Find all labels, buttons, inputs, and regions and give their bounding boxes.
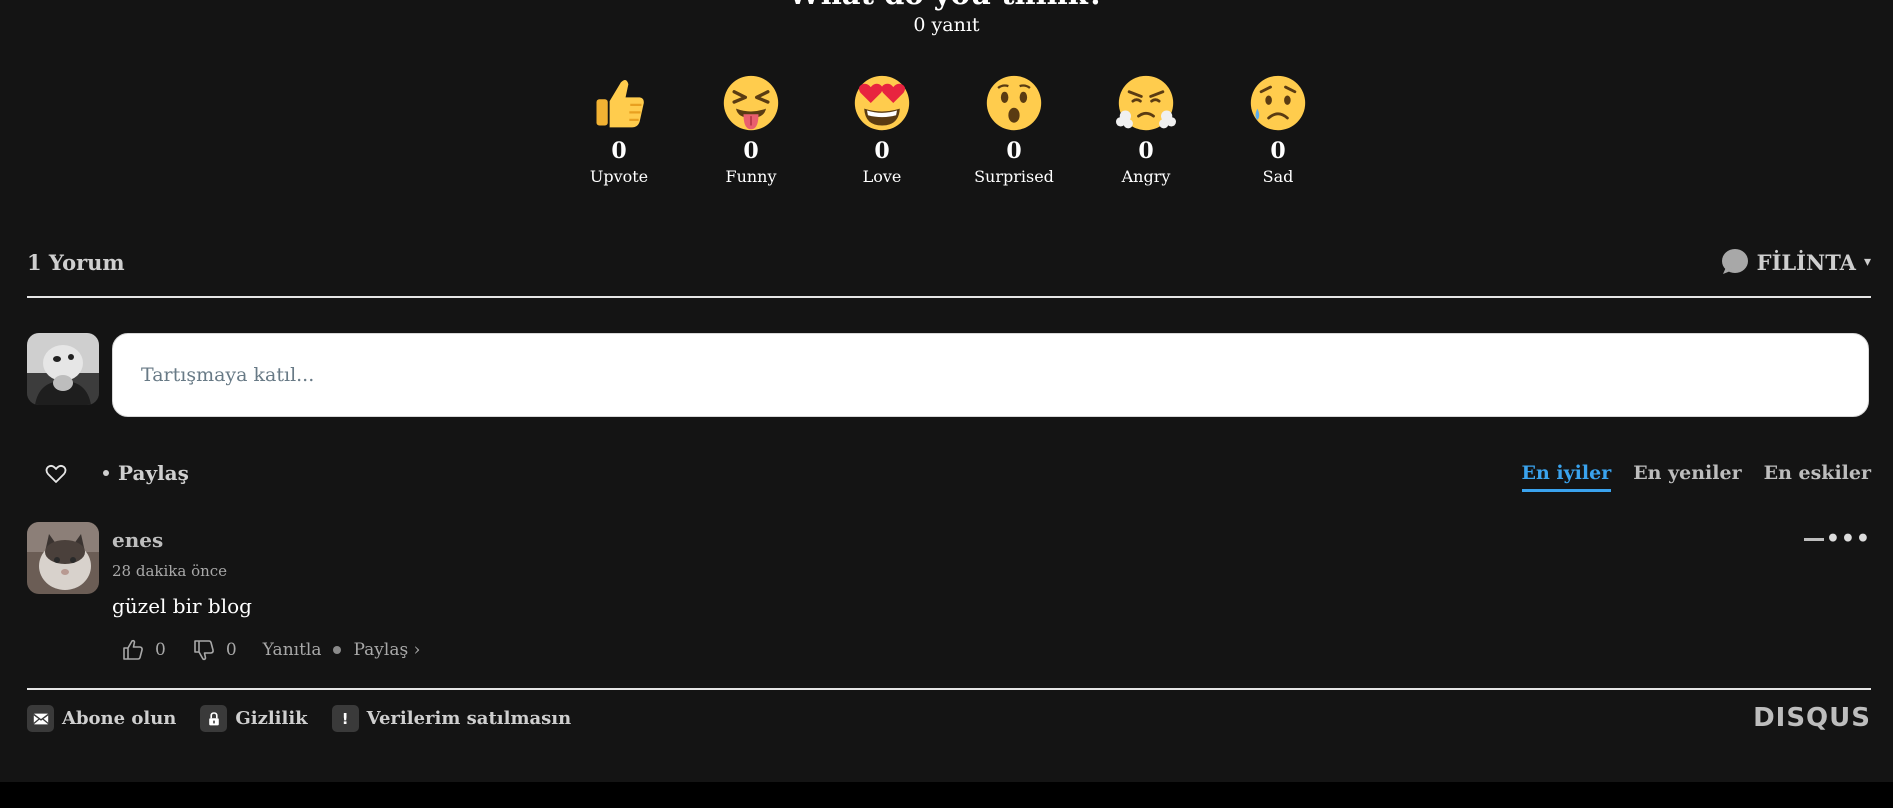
reaction-upvote[interactable]: 0 Upvote xyxy=(564,70,674,187)
surprised-emoji-icon xyxy=(959,70,1069,136)
reaction-label: Sad xyxy=(1262,167,1294,186)
privacy-link[interactable]: Gizlilik xyxy=(200,705,308,732)
do-not-sell-link[interactable]: ! Verilerim satılmasın xyxy=(331,705,572,732)
upvote-count: 0 xyxy=(155,640,166,660)
comment-count: 1 Yorum xyxy=(27,250,125,275)
divider xyxy=(27,296,1871,298)
reactions-title: What do you think? xyxy=(0,0,1893,10)
tongue-out-emoji-icon xyxy=(696,70,806,136)
thumbs-up-emoji-icon xyxy=(564,70,674,136)
thumbs-down-icon xyxy=(194,640,214,661)
reaction-sad[interactable]: 0 Sad xyxy=(1223,70,1333,187)
heart-icon[interactable] xyxy=(44,462,68,486)
separator-dot xyxy=(103,469,109,476)
privacy-label: Gizlilik xyxy=(235,708,308,729)
tab-best[interactable]: En iyiler xyxy=(1521,462,1612,492)
share-label: Paylaş xyxy=(118,461,189,485)
reaction-surprised[interactable]: 0 Surprised xyxy=(959,70,1069,187)
reactions-response-count: 0 yanıt xyxy=(913,14,980,36)
divider xyxy=(27,688,1871,690)
footer-links: Abone olun Gizlilik ! Verilerim satılmas… xyxy=(27,705,571,732)
heart-eyes-emoji-icon xyxy=(827,70,937,136)
tab-oldest[interactable]: En eskiler xyxy=(1764,462,1871,492)
tab-newest[interactable]: En yeniler xyxy=(1633,462,1741,492)
comment-actions: 0 0 Yanıtla Paylaş › xyxy=(121,638,420,662)
lock-icon xyxy=(200,705,228,732)
sort-tabs: En iyiler En yeniler En eskiler xyxy=(1521,462,1871,492)
reaction-angry[interactable]: 0 Angry xyxy=(1091,70,1201,187)
share-comment-button[interactable]: Paylaş › xyxy=(353,640,420,660)
collapse-comment-button[interactable] xyxy=(1804,538,1824,541)
comment-text: güzel bir blog xyxy=(112,594,252,618)
reaction-count: 0 xyxy=(743,138,759,164)
comment-input[interactable]: Tartışmaya katıl... xyxy=(112,333,1869,417)
more-options-button[interactable]: ••• xyxy=(1826,526,1871,552)
disqus-panel: What do you think? 0 yanıt 0 Upvote 0 F xyxy=(0,0,1893,782)
reaction-label: Surprised xyxy=(974,167,1054,186)
comment-author-avatar[interactable] xyxy=(27,522,99,594)
reply-button[interactable]: Yanıtla xyxy=(263,640,322,660)
downvote-button[interactable]: 0 xyxy=(192,638,237,662)
reaction-label: Angry xyxy=(1121,167,1171,186)
community-name: FİLİNTA xyxy=(1756,249,1856,275)
mail-icon xyxy=(27,705,54,732)
chevron-down-icon: ▾ xyxy=(1863,254,1871,270)
upvote-button[interactable]: 0 xyxy=(121,638,166,662)
comment-author[interactable]: enes xyxy=(112,528,163,552)
reaction-label: Funny xyxy=(725,167,777,186)
reaction-count: 0 xyxy=(874,138,890,164)
comment-timestamp[interactable]: 28 dakika önce xyxy=(112,562,227,580)
community-menu[interactable]: FİLİNTA ▾ xyxy=(1719,248,1871,276)
user-avatar[interactable] xyxy=(27,333,99,405)
reaction-label: Upvote xyxy=(589,167,649,186)
angry-emoji-icon xyxy=(1091,70,1201,136)
reaction-count: 0 xyxy=(1138,138,1154,164)
reaction-funny[interactable]: 0 Funny xyxy=(696,70,806,187)
reaction-label: Love xyxy=(862,167,902,186)
subscribe-label: Abone olun xyxy=(62,708,177,729)
sad-emoji-icon xyxy=(1223,70,1333,136)
downvote-count: 0 xyxy=(225,640,237,660)
share-thread-button[interactable]: Paylaş xyxy=(103,461,189,485)
disqus-logo[interactable]: DISQUS xyxy=(1753,703,1871,733)
separator-dot xyxy=(333,646,342,654)
thumbs-up-icon xyxy=(123,639,143,660)
reaction-count: 0 xyxy=(611,138,627,164)
chat-bubble-icon xyxy=(1721,249,1748,274)
reaction-count: 0 xyxy=(1270,138,1286,164)
exclamation-icon: ! xyxy=(331,705,359,732)
subscribe-link[interactable]: Abone olun xyxy=(27,705,176,732)
reaction-love[interactable]: 0 Love xyxy=(827,70,937,187)
do-not-sell-label: Verilerim satılmasın xyxy=(366,708,572,729)
reaction-count: 0 xyxy=(1006,138,1022,164)
